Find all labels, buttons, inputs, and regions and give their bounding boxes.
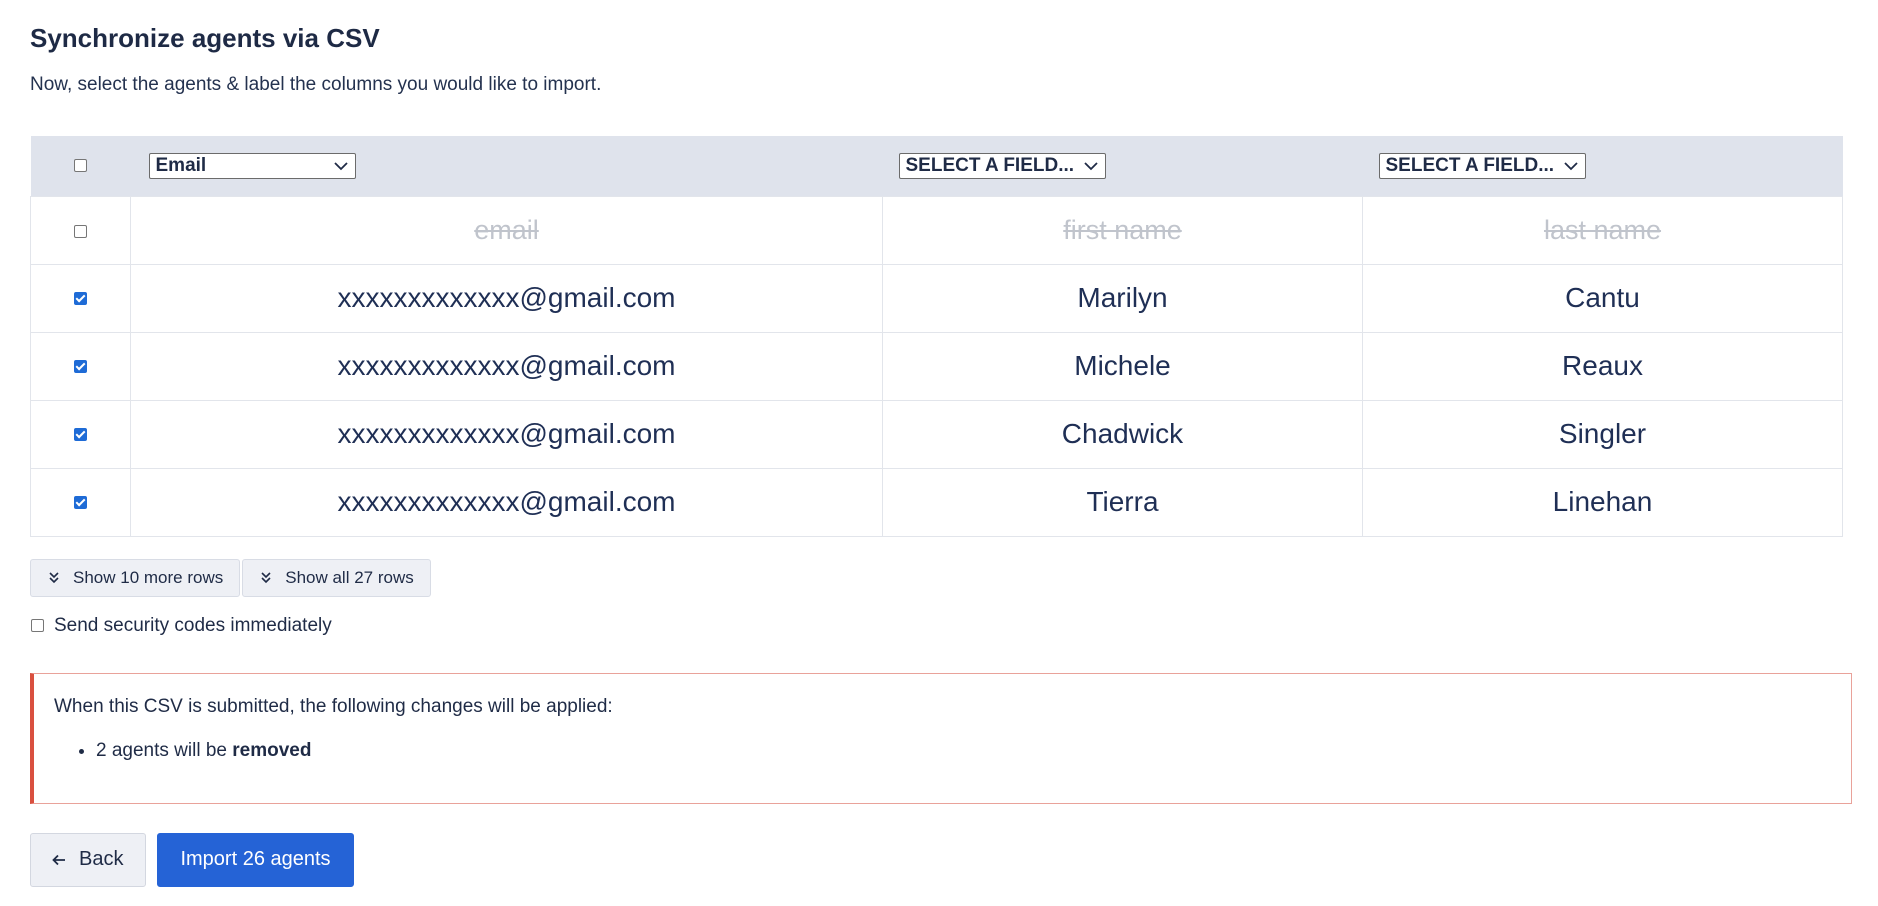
chevron-down-icon: [333, 162, 348, 171]
notice-item-text: 2 agents will be: [96, 739, 233, 761]
table-row: xxxxxxxxxxxxx@gmail.com Michele Reaux: [30, 331, 1843, 401]
column-select-cell-3: SELECT A FIELD...: [1363, 136, 1843, 196]
show-all-rows-button[interactable]: Show all 27 rows: [242, 558, 431, 597]
csv-sync-page: Synchronize agents via CSV Now, select t…: [0, 0, 1878, 887]
table-cell: xxxxxxxxxxxxx@gmail.com: [130, 467, 883, 537]
table-cell: xxxxxxxxxxxxx@gmail.com: [130, 263, 883, 333]
security-codes-option: Send security codes immediately: [30, 615, 1848, 637]
page-subtitle: Now, select the agents & label the colum…: [30, 74, 602, 95]
table-cell: first name: [882, 195, 1363, 265]
form-actions: Back Import 26 agents: [30, 832, 1848, 887]
column-select-email[interactable]: Email: [148, 152, 356, 179]
table-cell: Linehan: [1362, 467, 1843, 537]
double-chevron-down-icon: [49, 571, 59, 583]
row-checkbox[interactable]: [74, 224, 87, 238]
select-value: Email: [155, 154, 207, 176]
select-all-checkbox[interactable]: [74, 159, 87, 173]
notice-item-emphasis: removed: [232, 739, 312, 761]
agents-table: Email SELECT A FIELD... SELECT A FIELD..…: [30, 136, 1843, 537]
table-cell: xxxxxxxxxxxxx@gmail.com: [130, 331, 883, 401]
table-row: xxxxxxxxxxxxx@gmail.com Tierra Linehan: [30, 467, 1843, 537]
table-cell: last name: [1362, 195, 1843, 265]
back-label: Back: [79, 848, 124, 870]
chevron-down-icon: [1563, 162, 1578, 171]
column-select-cell-1: Email: [131, 136, 883, 196]
table-row: xxxxxxxxxxxxx@gmail.com Marilyn Cantu: [30, 263, 1843, 333]
table-cell: Tierra: [882, 467, 1363, 537]
double-chevron-down-icon: [261, 571, 271, 583]
show-more-label: Show 10 more rows: [73, 567, 224, 587]
notice-item: 2 agents will be removed: [96, 738, 1831, 764]
import-label: Import 26 agents: [180, 848, 331, 870]
table-cell: Chadwick: [882, 399, 1363, 469]
row-checkbox[interactable]: [74, 291, 87, 305]
table-cell: email: [130, 195, 883, 265]
security-codes-label[interactable]: Send security codes immediately: [54, 615, 332, 637]
row-checkbox[interactable]: [74, 359, 87, 373]
row-checkbox[interactable]: [74, 427, 87, 441]
select-value: SELECT A FIELD...: [1385, 154, 1555, 176]
import-agents-button[interactable]: Import 26 agents: [157, 832, 354, 887]
notice-list: 2 agents will be removed: [54, 738, 1831, 764]
csv-header-row: email first name last name: [30, 195, 1843, 265]
column-select-cell-2: SELECT A FIELD...: [883, 136, 1363, 196]
back-button[interactable]: Back: [30, 832, 147, 887]
table-row: xxxxxxxxxxxxx@gmail.com Chadwick Singler: [30, 399, 1843, 469]
security-codes-checkbox[interactable]: [31, 619, 44, 632]
table-cell: Michele: [882, 331, 1363, 401]
select-value: SELECT A FIELD...: [905, 154, 1075, 176]
row-checkbox[interactable]: [74, 495, 87, 509]
show-all-label: Show all 27 rows: [285, 567, 414, 587]
table-cell: Reaux: [1362, 331, 1843, 401]
notice-intro: When this CSV is submitted, the followin…: [54, 695, 613, 717]
select-all-cell: [31, 136, 131, 196]
column-select-last-name[interactable]: SELECT A FIELD...: [1378, 152, 1586, 179]
show-more-rows-button[interactable]: Show 10 more rows: [30, 558, 241, 597]
table-cell: Cantu: [1362, 263, 1843, 333]
chevron-down-icon: [1083, 162, 1098, 171]
table-cell: Marilyn: [882, 263, 1363, 333]
pagination-controls: Show 10 more rows Show all 27 rows: [30, 558, 1848, 597]
table-cell: xxxxxxxxxxxxx@gmail.com: [130, 399, 883, 469]
page-title: Synchronize agents via CSV: [30, 23, 380, 53]
column-mapping-row: Email SELECT A FIELD... SELECT A FIELD..…: [30, 136, 1843, 196]
column-select-first-name[interactable]: SELECT A FIELD...: [898, 152, 1106, 179]
table-cell: Singler: [1362, 399, 1843, 469]
arrow-left-icon: [52, 854, 65, 865]
changes-notice: When this CSV is submitted, the followin…: [30, 672, 1852, 804]
